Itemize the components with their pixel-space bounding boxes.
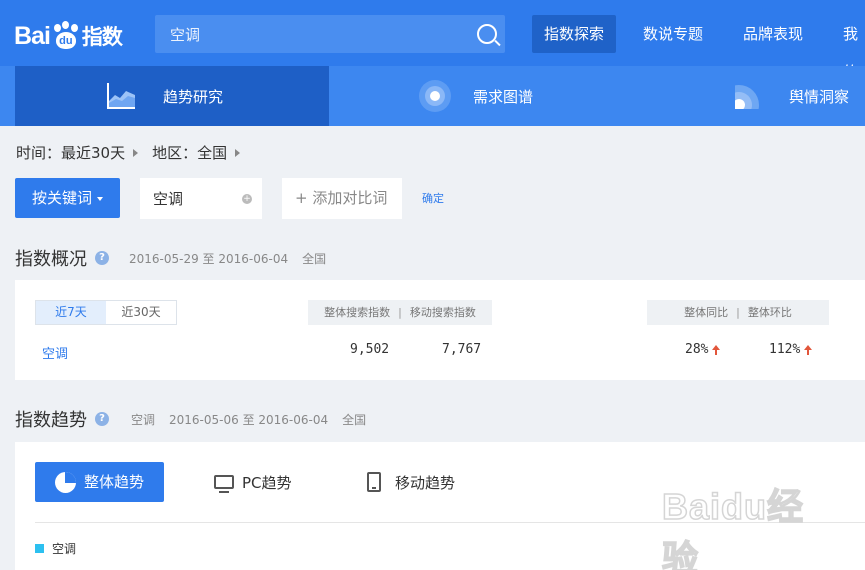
keyword-chip[interactable]: 空调 + bbox=[140, 178, 262, 219]
comparison-header: 整体同比 | 整体环比 bbox=[647, 300, 829, 325]
overview-date-range: 2016-05-29 至 2016-06-04 bbox=[129, 251, 289, 266]
search-icon[interactable] bbox=[477, 24, 497, 44]
tab-pc-trend-label: PC趋势 bbox=[242, 473, 292, 492]
nav-data-topics[interactable]: 数说专题 bbox=[631, 15, 715, 53]
nav-brand-performance[interactable]: 品牌表现 bbox=[731, 15, 815, 53]
phone-icon bbox=[367, 472, 381, 492]
tab-overall-trend[interactable]: 整体趋势 bbox=[35, 462, 164, 502]
overview-card: 近7天 近30天 整体搜索指数 | 移动搜索指数 整体同比 | 整体环比 空调 9,50… bbox=[15, 280, 865, 380]
target-icon bbox=[419, 80, 451, 112]
tab-demand-graph-label: 需求图谱 bbox=[473, 87, 534, 106]
keyword-mode-label: 按关键词 bbox=[31, 189, 92, 207]
mobile-index-header: 移动搜索指数 bbox=[409, 306, 476, 319]
logo-du-text: du bbox=[59, 35, 73, 47]
mom-cell: 112% bbox=[769, 342, 813, 357]
tab-overall-trend-label: 整体趋势 bbox=[83, 473, 144, 491]
filter-bar: 时间：最近30天 地区：全国 bbox=[16, 142, 254, 163]
time-filter[interactable]: 时间：最近30天 bbox=[16, 142, 125, 163]
range-toggle: 近7天 近30天 bbox=[35, 300, 177, 325]
tab-mobile-trend-label: 移动趋势 bbox=[395, 473, 456, 492]
caret-down-icon bbox=[97, 196, 103, 201]
logo-bai-text: Bai bbox=[14, 21, 51, 50]
help-icon[interactable]: ? bbox=[95, 412, 109, 426]
overall-index-value: 9,502 bbox=[350, 342, 390, 357]
top-header: Bai du 指数 空调 指数探索 数说专题 品牌表现 我的 bbox=[0, 0, 865, 81]
legend-swatch bbox=[35, 544, 44, 553]
trend-header: 指数趋势 ? 空调 2016-05-06 至 2016-06-04 全国 bbox=[15, 406, 366, 432]
chart-legend: 空调 bbox=[35, 540, 76, 557]
keyword-chip-text: 空调 bbox=[153, 190, 184, 208]
pie-chart-icon bbox=[54, 471, 76, 493]
tab-trend-research-label: 趋势研究 bbox=[163, 87, 224, 106]
trend-date-range: 2016-05-06 至 2016-06-04 bbox=[169, 412, 329, 427]
trend-region: 全国 bbox=[342, 412, 367, 427]
range-tab-7d[interactable]: 近7天 bbox=[36, 301, 106, 324]
mobile-index-value: 7,767 bbox=[442, 342, 482, 357]
mom-header: 整体环比 bbox=[747, 306, 792, 319]
overview-title: 指数概况 bbox=[15, 249, 87, 270]
monitor-icon bbox=[214, 475, 234, 493]
tab-sentiment-insight[interactable]: 舆情洞察 bbox=[735, 66, 849, 126]
arrow-up-icon bbox=[804, 345, 813, 355]
confirm-link[interactable]: 确定 bbox=[422, 190, 444, 206]
trend-keyword: 空调 bbox=[131, 412, 156, 427]
mom-value: 112% bbox=[769, 342, 801, 357]
tab-sentiment-insight-label: 舆情洞察 bbox=[789, 87, 850, 106]
legend-label: 空调 bbox=[52, 542, 77, 556]
tab-pc-trend[interactable]: PC趋势 bbox=[214, 462, 292, 502]
logo-zhishu-text: 指数 bbox=[81, 25, 123, 49]
arrow-up-icon bbox=[712, 345, 721, 355]
overview-region: 全国 bbox=[302, 251, 327, 266]
tab-mobile-trend[interactable]: 移动趋势 bbox=[367, 462, 455, 502]
baidu-jingyan-watermark: Baidu经验 jingyan.baidu.com bbox=[661, 485, 805, 570]
tab-trend-research[interactable]: 趋势研究 bbox=[15, 66, 329, 126]
add-compare-button[interactable]: + 添加对比词 bbox=[282, 178, 402, 219]
paw-icon: du bbox=[51, 21, 81, 51]
signal-icon bbox=[735, 83, 761, 109]
search-box[interactable]: 空调 bbox=[155, 15, 505, 53]
yoy-value: 28% bbox=[685, 342, 709, 357]
baidu-index-logo[interactable]: Bai du 指数 bbox=[14, 16, 123, 56]
yoy-header: 整体同比 bbox=[684, 306, 729, 319]
keyword-mode-button[interactable]: 按关键词 bbox=[15, 178, 120, 218]
search-index-header: 整体搜索指数 | 移动搜索指数 bbox=[308, 300, 492, 325]
overview-keyword-link[interactable]: 空调 bbox=[42, 343, 68, 362]
tab-demand-graph[interactable]: 需求图谱 bbox=[419, 66, 533, 126]
sub-navigation: 趋势研究 需求图谱 舆情洞察 bbox=[0, 66, 865, 126]
area-chart-icon bbox=[107, 83, 135, 109]
range-tab-30d[interactable]: 近30天 bbox=[106, 301, 176, 324]
search-input[interactable]: 空调 bbox=[170, 24, 200, 45]
overall-index-header: 整体搜索指数 bbox=[324, 306, 391, 319]
time-caret-icon[interactable] bbox=[133, 148, 139, 157]
nav-my[interactable]: 我的 bbox=[831, 15, 865, 81]
help-icon[interactable]: ? bbox=[95, 251, 109, 265]
overview-header: 指数概况 ? 2016-05-29 至 2016-06-04 全国 bbox=[15, 245, 326, 271]
region-filter[interactable]: 地区：全国 bbox=[152, 142, 227, 163]
plus-circle-icon[interactable]: + bbox=[242, 194, 252, 204]
yoy-cell: 28% bbox=[685, 342, 721, 357]
nav-index-explore[interactable]: 指数探索 bbox=[532, 15, 617, 53]
trend-title: 指数趋势 bbox=[15, 410, 87, 431]
region-caret-icon[interactable] bbox=[235, 148, 241, 157]
